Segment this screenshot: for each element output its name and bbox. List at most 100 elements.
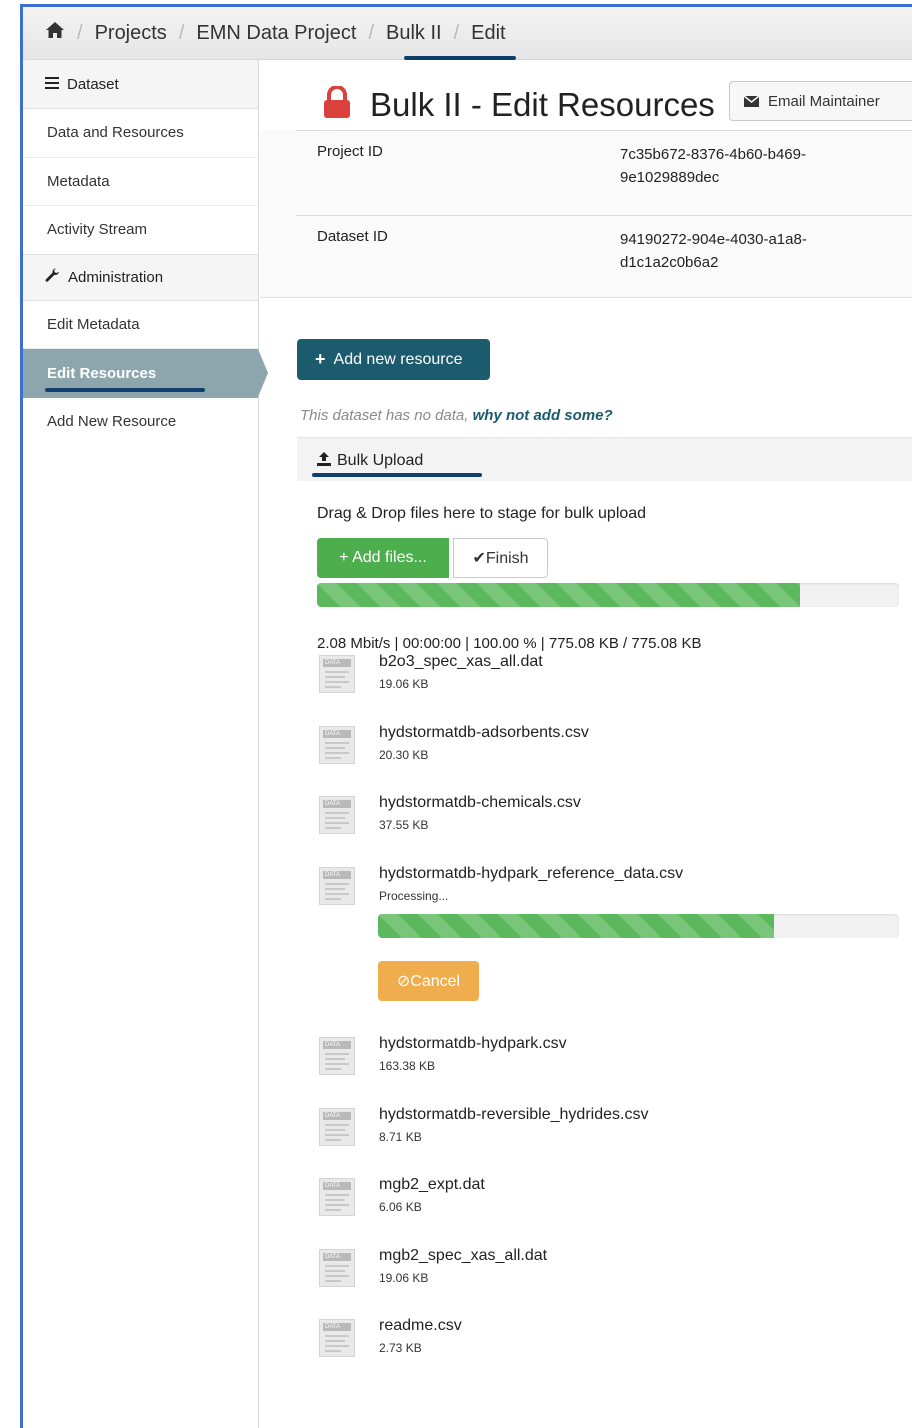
file-icon-tag: DATA <box>323 1182 351 1190</box>
sidebar-item-metadata[interactable]: Metadata <box>23 158 258 206</box>
add-files-button[interactable]: + Add files... <box>317 538 449 578</box>
file-size: Processing... <box>379 889 449 903</box>
sidebar-item-label: Activity Stream <box>47 221 148 239</box>
email-maintainer-label: Email Maintainer <box>768 92 880 110</box>
list-item: DATA hydstormatdb-adsorbents.csv 20.30 KB <box>319 724 899 776</box>
list-item: DATA readme.csv 2.73 KB <box>319 1317 899 1369</box>
data-file-icon: DATA <box>319 655 355 693</box>
data-file-icon: DATA <box>319 1108 355 1146</box>
sidebar-item-add-new-resource[interactable]: Add New Resource <box>23 398 258 447</box>
breadcrumb-separator: / <box>453 21 460 44</box>
sidebar-item-label: Add New Resource <box>47 413 177 431</box>
sidebar-section-dataset: Dataset <box>23 60 258 109</box>
file-icon-tag: DATA <box>323 1323 351 1331</box>
sidebar-item-label: Edit Metadata <box>47 315 140 333</box>
breadcrumb-projects[interactable]: Projects <box>95 22 167 45</box>
sidebar-item-label: Data and Resources <box>47 124 184 142</box>
menu-icon <box>45 76 59 93</box>
add-new-resource-button[interactable]: + Add new resource <box>297 339 490 380</box>
sidebar-section-label: Dataset <box>67 75 119 93</box>
breadcrumb-separator: / <box>368 21 374 44</box>
file-size: 6.06 KB <box>379 1200 422 1214</box>
email-maintainer-button[interactable]: Email Maintainer <box>729 81 912 121</box>
sidebar-item-activity-stream[interactable]: Activity Stream <box>23 206 258 255</box>
file-name: b2o3_spec_xas_all.dat <box>379 653 543 670</box>
page-header: Bulk II - Edit Resources Email Maintaine… <box>260 60 912 130</box>
upload-stats: 2.08 Mbit/s | 00:00:00 | 100.00 % | 775.… <box>317 635 702 652</box>
active-item-underline <box>45 387 205 392</box>
project-id-value: 7c35b672-8376-4b60-b469-9e1029889dec <box>620 146 806 186</box>
cancel-button[interactable]: ⊘Cancel <box>378 961 479 1001</box>
data-file-icon: DATA <box>319 1037 355 1075</box>
list-item: DATA hydstormatdb-hydpark.csv 163.38 KB <box>319 1035 899 1087</box>
file-name: hydstormatdb-reversible_hydrides.csv <box>379 1106 649 1123</box>
list-item: DATA hydstormatdb-reversible_hydrides.csv… <box>319 1106 899 1158</box>
list-item: DATA mgb2_spec_xas_all.dat 19.06 KB <box>319 1247 899 1299</box>
file-size: 8.71 KB <box>379 1130 422 1144</box>
file-size: 163.38 KB <box>379 1059 436 1073</box>
sidebar-item-edit-metadata[interactable]: Edit Metadata <box>23 301 258 349</box>
file-progress-fill <box>378 914 774 938</box>
file-icon-tag: DATA <box>323 1041 351 1049</box>
upload-icon <box>317 452 331 466</box>
sidebar-item-label: Metadata <box>47 172 110 190</box>
file-icon-tag: DATA <box>323 871 351 879</box>
breadcrumb-separator: / <box>178 21 185 44</box>
sidebar: Dataset Data and Resources Metadata Acti… <box>23 60 268 1428</box>
sidebar-item-edit-resources[interactable]: Edit Resources <box>23 349 268 398</box>
no-data-text: This dataset has no data, <box>300 407 469 424</box>
sidebar-item-label: Edit Resources <box>47 364 157 382</box>
file-icon-tag: DATA <box>323 800 351 808</box>
add-data-link[interactable]: why not add some? <box>473 407 613 424</box>
sidebar-section-label: Administration <box>68 268 164 286</box>
file-icon-tag: DATA <box>323 1253 351 1261</box>
plus-icon: + <box>315 349 326 369</box>
breadcrumb-separator: / <box>77 21 83 44</box>
file-size: 37.55 KB <box>379 818 429 832</box>
data-file-icon: DATA <box>319 1319 355 1357</box>
breadcrumb-dataset[interactable]: Bulk II <box>386 22 442 45</box>
file-icon-tag: DATA <box>323 730 351 738</box>
list-item: DATA hydstormatdb-hydpark_reference_data.… <box>319 865 899 917</box>
sidebar-item-data-and-resources[interactable]: Data and Resources <box>23 109 258 158</box>
home-icon[interactable] <box>45 21 65 45</box>
overall-progress-bar <box>317 583 899 607</box>
breadcrumb: / Projects / EMN Data Project / Bulk II … <box>23 7 912 60</box>
bulk-upload-label: Bulk Upload <box>337 452 424 469</box>
wrench-icon <box>45 267 60 287</box>
file-icon-tag: DATA <box>323 659 351 667</box>
no-data-message: This dataset has no data, why not add so… <box>300 407 613 424</box>
tab-bulk-upload[interactable]: Bulk Upload <box>317 451 423 470</box>
file-name: readme.csv <box>379 1317 462 1334</box>
lock-icon <box>322 85 352 118</box>
sidebar-section-administration: Administration <box>23 254 258 301</box>
file-name: hydstormatdb-hydpark.csv <box>379 1035 567 1052</box>
page-title: Bulk II - Edit Resources <box>370 86 715 123</box>
add-new-resource-label: Add new resource <box>333 350 463 368</box>
file-icon-tag: DATA <box>323 1112 351 1120</box>
table-row: Dataset ID 94190272-904e-4030-a1a8-d1c1a… <box>296 215 912 298</box>
list-item: DATA hydstormatdb-chemicals.csv 37.55 KB <box>319 794 899 846</box>
data-file-icon: DATA <box>319 1178 355 1216</box>
app-frame: / Projects / EMN Data Project / Bulk II … <box>20 4 912 1428</box>
file-size: 2.73 KB <box>379 1341 422 1355</box>
dropzone-instructions: Drag & Drop files here to stage for bulk… <box>317 505 647 522</box>
finish-button[interactable]: ✔Finish <box>453 538 548 578</box>
data-file-icon: DATA <box>319 867 355 905</box>
list-item: DATA mgb2_expt.dat 6.06 KB <box>319 1176 899 1228</box>
file-name: mgb2_expt.dat <box>379 1176 485 1193</box>
file-size: 20.30 KB <box>379 748 429 762</box>
file-name: hydstormatdb-adsorbents.csv <box>379 724 589 741</box>
file-progress-bar <box>378 914 899 938</box>
file-size: 19.06 KB <box>379 677 429 691</box>
file-size: 19.06 KB <box>379 1271 429 1285</box>
dataset-info-table: Project ID 7c35b672-8376-4b60-b469-9e102… <box>260 130 912 298</box>
breadcrumb-current: Edit <box>471 21 506 44</box>
file-name: hydstormatdb-hydpark_reference_data.csv <box>379 865 684 882</box>
breadcrumb-project[interactable]: EMN Data Project <box>196 22 356 45</box>
dataset-id-value: 94190272-904e-4030-a1a8-d1c1a2c0b6a2 <box>620 231 807 271</box>
data-file-icon: DATA <box>319 726 355 764</box>
project-id-label: Project ID <box>317 143 383 160</box>
file-name: mgb2_spec_xas_all.dat <box>379 1247 548 1264</box>
file-name: hydstormatdb-chemicals.csv <box>379 794 581 811</box>
